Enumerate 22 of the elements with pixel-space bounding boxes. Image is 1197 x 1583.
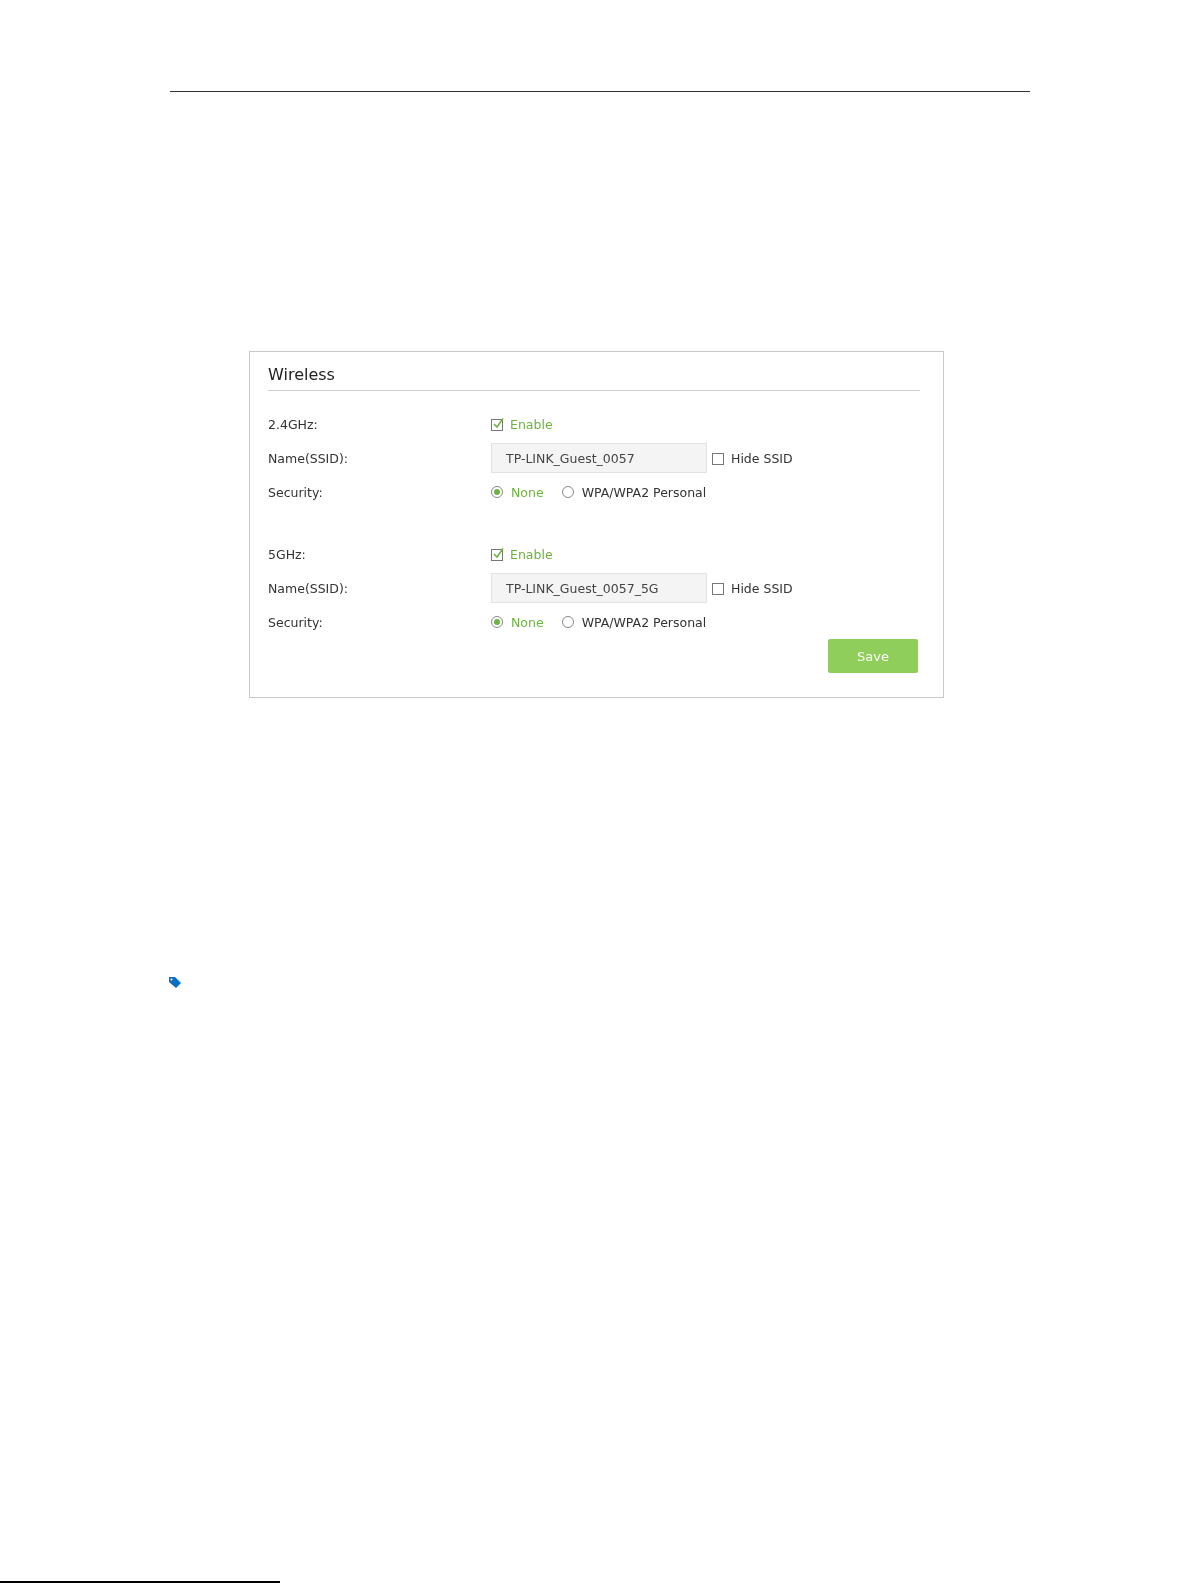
radio-label: None	[511, 484, 544, 500]
radio-label: WPA/WPA2 Personal	[581, 484, 707, 500]
field-label: Security:	[268, 484, 324, 500]
checkbox-label: Hide SSID	[731, 450, 793, 466]
radio-label: WPA/WPA2 Personal	[581, 614, 707, 630]
checkbox-label: Enable	[510, 546, 553, 562]
ssid-field[interactable]: TP-LINK_Guest_0057	[491, 443, 707, 473]
field-label: Name(SSID):	[268, 580, 350, 596]
checkbox[interactable]	[712, 451, 725, 465]
ssid-field[interactable]: TP-LINK_Guest_0057_5G	[491, 573, 707, 603]
field-label: Name(SSID):	[268, 450, 350, 466]
checkbox-label: Hide SSID	[731, 580, 793, 596]
radio-label: None	[511, 614, 544, 630]
tag-icon	[168, 976, 182, 988]
checkbox[interactable]	[491, 417, 504, 431]
checkbox-label: Enable	[510, 416, 553, 432]
checkbox[interactable]	[491, 547, 504, 561]
field-label: 5GHz:	[268, 546, 307, 562]
checkbox[interactable]	[712, 581, 725, 595]
panel-title: Wireless	[268, 364, 335, 384]
field-label: 2.4GHz:	[268, 416, 319, 432]
field-label: Security:	[268, 614, 324, 630]
